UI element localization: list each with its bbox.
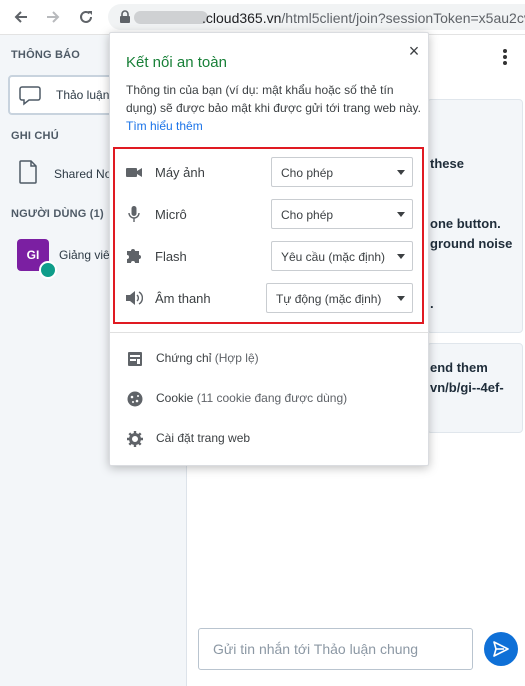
sound-icon: [126, 291, 143, 305]
arrow-left-icon: [14, 11, 27, 23]
back-button[interactable]: [10, 6, 32, 28]
flash-select[interactable]: Yêu cầu (mặc định): [271, 241, 413, 271]
permission-label: Âm thanh: [155, 291, 211, 306]
site-info-popup: Kết nối an toàn × Thông tin của bạn (ví …: [109, 32, 429, 466]
puzzle-icon: [127, 249, 141, 263]
camera-select[interactable]: Cho phép: [271, 157, 413, 187]
sound-select[interactable]: Tự động (mặc định): [266, 283, 413, 313]
permission-label: Máy ảnh: [155, 165, 205, 180]
message-text: .: [430, 296, 434, 311]
message-text: ground noise: [430, 236, 513, 251]
divider: [110, 332, 428, 333]
message-input[interactable]: [199, 629, 472, 669]
user-name[interactable]: Giảng viê: [59, 248, 110, 262]
send-button[interactable]: [484, 632, 518, 666]
sidebar-item-label: Shared Not: [54, 167, 115, 181]
message-text: these: [430, 156, 464, 171]
notes-title: GHI CHÚ: [11, 130, 59, 142]
url-host: .cloud365.vn: [202, 10, 282, 26]
arrow-right-icon: [47, 11, 60, 23]
popup-title: Kết nối an toàn: [126, 54, 227, 71]
send-icon: [493, 641, 509, 657]
reload-icon: [80, 10, 92, 23]
message-text: vn/b/gi--4ef-: [430, 380, 504, 395]
permission-row-sound: Âm thanh Tự động (mặc định): [115, 283, 422, 313]
permission-label: Micrô: [155, 207, 187, 222]
more-options-icon[interactable]: [503, 49, 507, 67]
camera-icon: [126, 168, 142, 177]
reload-button[interactable]: [75, 6, 97, 28]
cookie-icon: [127, 391, 143, 407]
notifications-title: THÔNG BÁO: [11, 49, 81, 61]
certificate-status: (Hợp lệ): [214, 351, 259, 365]
chevron-down-icon: [397, 254, 405, 259]
select-value: Cho phép: [281, 208, 334, 222]
select-value: Tự động (mặc định): [276, 292, 382, 306]
cookie-row[interactable]: Cookie (11 cookie đang được dùng): [110, 387, 428, 411]
permissions-highlight: Máy ảnh Cho phép Micrô Cho phép Flash Yê…: [113, 147, 424, 324]
permission-row-flash: Flash Yêu cầu (mặc định): [115, 241, 422, 271]
address-bar[interactable]: .cloud365.vn/html5client/join?sessionTok…: [108, 4, 525, 30]
close-button[interactable]: ×: [404, 41, 424, 61]
chevron-down-icon: [397, 170, 405, 175]
permission-row-camera: Máy ảnh Cho phép: [115, 157, 422, 187]
chevron-down-icon: [397, 296, 405, 301]
microphone-select[interactable]: Cho phép: [271, 199, 413, 229]
forward-button[interactable]: [42, 6, 64, 28]
microphone-icon: [128, 206, 140, 222]
message-text: one button.: [430, 216, 501, 231]
gear-icon: [127, 431, 143, 447]
certificate-label: Chứng chỉ: [156, 351, 212, 365]
certificate-icon: [128, 352, 142, 366]
select-value: Yêu cầu (mặc định): [281, 250, 386, 264]
permission-label: Flash: [155, 249, 187, 264]
site-settings-label: Cài đặt trang web: [156, 431, 251, 445]
cookie-status: (11 cookie đang được dùng): [196, 391, 348, 405]
learn-more-link[interactable]: Tìm hiểu thêm: [126, 119, 203, 133]
cookie-label: Cookie: [156, 391, 194, 405]
url-text: .cloud365.vn/html5client/join?sessionTok…: [202, 10, 525, 26]
certificate-row[interactable]: Chứng chỉ (Hợp lệ): [110, 347, 428, 371]
permission-row-microphone: Micrô Cho phép: [115, 199, 422, 229]
cookie-text: Cookie (11 cookie đang được dùng): [156, 391, 347, 405]
message-text: end them: [430, 360, 488, 375]
blurred-host: [134, 11, 208, 24]
description-text: Thông tin của bạn (ví dụ: mật khẩu hoặc …: [126, 83, 421, 115]
browser-toolbar: .cloud365.vn/html5client/join?sessionTok…: [0, 0, 525, 35]
select-value: Cho phép: [281, 166, 334, 180]
document-icon: [19, 160, 37, 184]
url-path: /html5client/join?sessionToken=x5au2cv: [281, 10, 525, 26]
sidebar-item-label: Thảo luận: [56, 88, 110, 102]
lock-icon[interactable]: [118, 10, 132, 24]
chevron-down-icon: [397, 212, 405, 217]
chat-composer: [198, 628, 473, 670]
popup-description: Thông tin của bạn (ví dụ: mật khẩu hoặc …: [126, 81, 422, 135]
presenter-badge-icon: [39, 261, 57, 279]
site-settings-row[interactable]: Cài đặt trang web: [110, 427, 428, 451]
users-title: NGƯỜI DÙNG (1): [11, 208, 104, 220]
chat-bubble-icon: [19, 86, 41, 106]
certificate-text: Chứng chỉ (Hợp lệ): [156, 351, 259, 365]
